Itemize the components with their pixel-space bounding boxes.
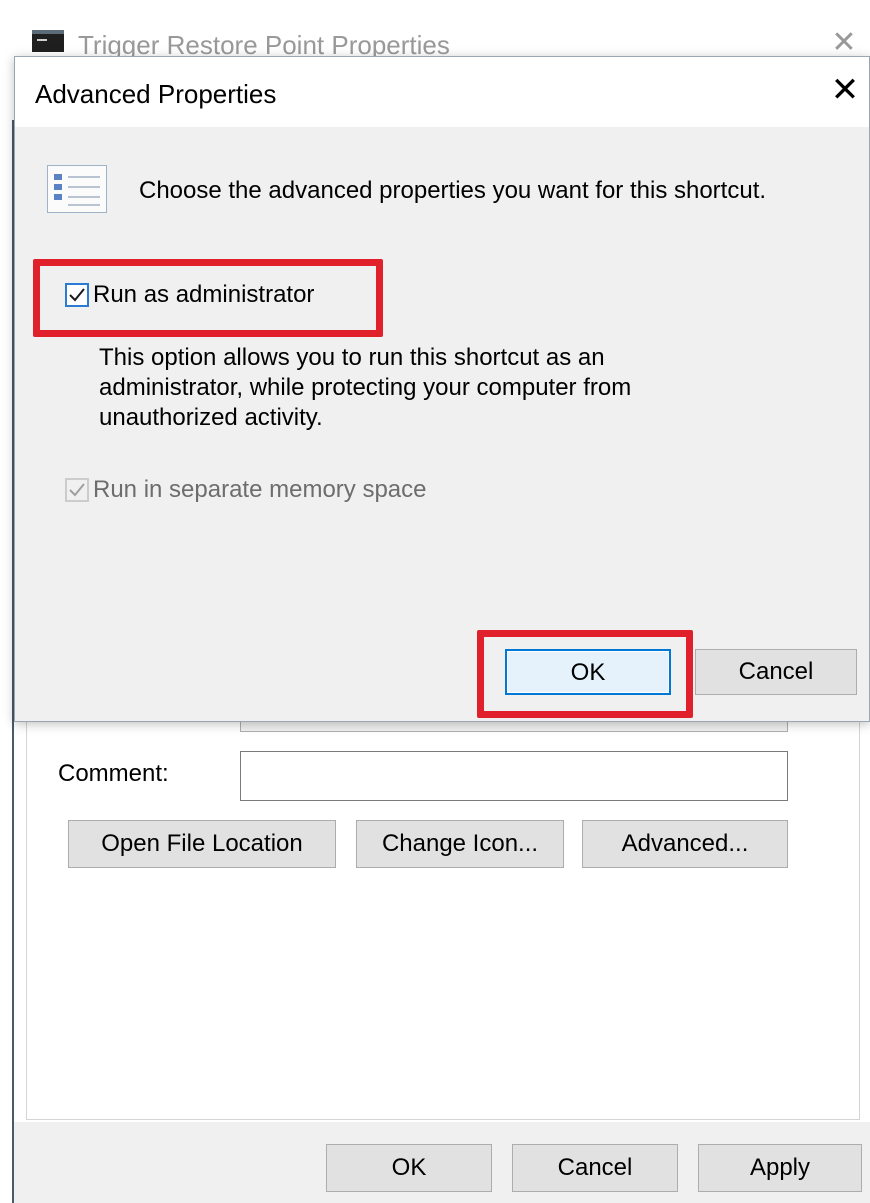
parent-titlebar: Trigger Restore Point Properties ✕ [0,0,870,60]
parent-footer: OK Cancel Apply [14,1122,870,1203]
dialog-close-icon[interactable]: ✕ [827,73,863,109]
run-as-admin-description: This option allows you to run this short… [99,344,632,431]
advanced-properties-dialog: Advanced Properties ✕ Choose the advance… [14,56,870,722]
run-as-admin-label: Run as administrator [93,281,315,308]
comment-label: Comment: [58,760,169,787]
dialog-intro-text: Choose the advanced properties you want … [139,177,767,204]
comment-input[interactable] [240,751,788,801]
separate-memory-row: Run in separate memory space [65,475,427,505]
parent-ok-button[interactable]: OK [326,1144,492,1192]
console-window-icon [32,30,64,52]
open-file-location-button[interactable]: Open File Location [68,820,336,868]
dialog-cancel-button[interactable]: Cancel [695,649,857,695]
dialog-ok-button[interactable]: OK [505,649,671,695]
dialog-title: Advanced Properties [35,79,277,109]
advanced-button[interactable]: Advanced... [582,820,788,868]
run-as-admin-row[interactable]: Run as administrator [65,280,314,310]
dialog-titlebar: Advanced Properties ✕ [15,57,869,127]
change-icon-button[interactable]: Change Icon... [356,820,564,868]
properties-list-icon [47,165,107,213]
parent-cancel-button[interactable]: Cancel [512,1144,678,1192]
separate-memory-checkbox [65,478,89,502]
check-mark-icon [69,288,85,302]
check-mark-icon [69,483,85,497]
separate-memory-label: Run in separate memory space [93,476,427,503]
parent-apply-button[interactable]: Apply [698,1144,862,1192]
run-as-admin-checkbox[interactable] [65,283,89,307]
